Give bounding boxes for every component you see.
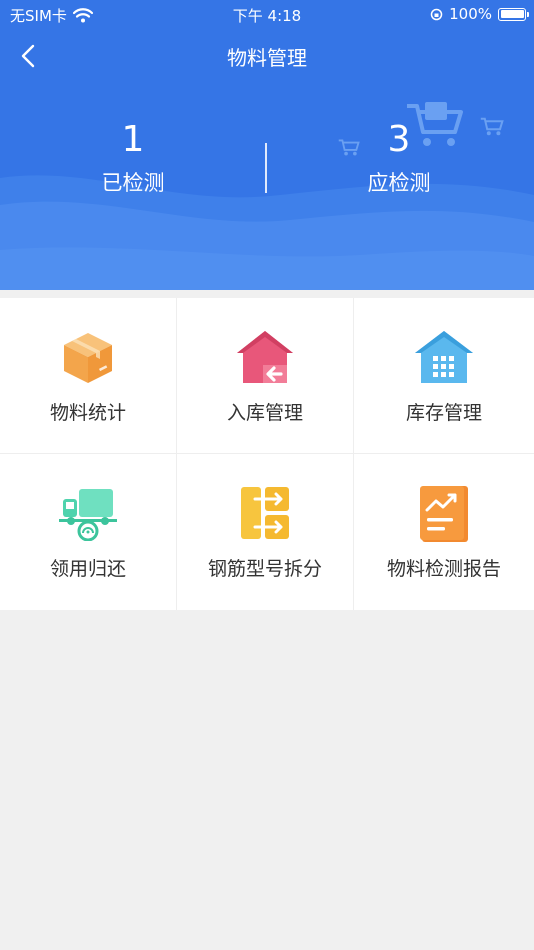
building-icon (415, 328, 473, 386)
menu-item-inventory[interactable]: 库存管理 (354, 298, 534, 454)
menu-item-label: 领用归还 (49, 558, 126, 580)
nav-bar: 物料管理 (0, 30, 534, 80)
menu-item-rebar-split[interactable]: 钢筋型号拆分 (177, 454, 354, 610)
menu-item-inbound[interactable]: 入库管理 (177, 298, 354, 454)
page-title: 物料管理 (227, 46, 307, 70)
stats-divider (265, 143, 267, 193)
menu-item-label: 库存管理 (405, 402, 482, 424)
status-bar: 无SIM卡 下午 4:18 100% (0, 0, 534, 30)
split-icon (236, 484, 294, 542)
menu-item-label: 钢筋型号拆分 (207, 558, 322, 580)
stat-to-test-count: 3 (387, 119, 411, 160)
menu-item-label: 物料统计 (49, 402, 126, 424)
menu-item-label: 入库管理 (226, 402, 303, 424)
stat-tested-label: 已检测 (101, 171, 165, 195)
battery-percent: 100% (449, 5, 492, 23)
stat-to-test[interactable]: 3 应检测 (324, 115, 474, 197)
menu-item-inspection-report[interactable]: 物料检测报告 (354, 454, 534, 610)
menu-item-label: 物料检测报告 (386, 558, 501, 580)
truck-icon (59, 484, 117, 542)
menu-item-material-stats[interactable]: 物料统计 (0, 298, 177, 454)
rotation-lock-icon (430, 8, 443, 20)
box-icon (59, 328, 117, 386)
report-chart-icon (415, 484, 473, 542)
warehouse-inbound-icon (236, 328, 294, 386)
menu-item-receive-return[interactable]: 领用归还 (0, 454, 177, 610)
stat-to-test-label: 应检测 (367, 171, 431, 195)
menu-grid: 物料统计 入库管理 库存管理 领用归还 钢筋型号拆分 物料检测报告 (0, 298, 534, 610)
stat-tested-count: 1 (121, 119, 145, 160)
battery-icon (498, 7, 529, 21)
stat-tested[interactable]: 1 已检测 (58, 115, 208, 197)
stats-panel: 1 已检测 3 应检测 (0, 115, 534, 215)
